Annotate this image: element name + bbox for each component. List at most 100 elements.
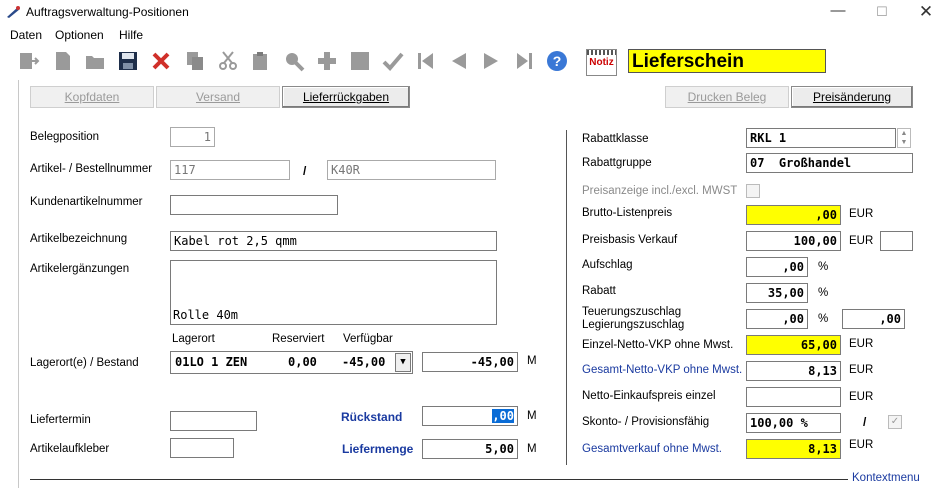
add-icon[interactable] [316,50,338,72]
gesamt-netto-field[interactable]: 8,13 [746,361,841,381]
teuerungszuschlag-field[interactable]: ,00 [746,309,808,329]
artikelergaenzungen-label: Artikelergänzungen [30,263,130,275]
rabattklasse-field[interactable]: RKL 1 [746,128,896,148]
einzel-netto-field[interactable]: 65,00 [746,335,841,355]
cut-icon[interactable] [217,50,239,72]
kundenartikelnummer-label: Kundenartikelnummer [30,196,143,208]
rueckstand-unit: M [527,410,537,422]
rabatt-label: Rabatt [582,285,616,297]
aufschlag-field[interactable]: ,00 [746,257,808,277]
previous-record-icon[interactable] [448,50,470,72]
grid-icon[interactable] [349,50,371,72]
last-record-icon[interactable] [513,50,535,72]
artikelergaenzungen-text: Rolle 40m [173,308,239,322]
teuerungszuschlag-unit: % [818,313,829,325]
save-icon[interactable] [117,50,139,72]
first-record-icon[interactable] [415,50,437,72]
minimize-icon[interactable]: — [828,2,848,19]
rabattklasse-spinner[interactable]: ▲ ▼ [897,128,911,148]
rabatt-field[interactable]: 35,00 [746,283,808,303]
gesamtverkauf-field[interactable]: 8,13 [746,439,841,459]
kopfdaten-button[interactable]: Kopfdaten [30,86,154,108]
skonto-field[interactable]: 100,00 % [746,413,841,433]
artikelnummer-field[interactable]: 117 [170,160,290,180]
search-icon[interactable] [283,50,305,72]
open-folder-icon[interactable] [84,50,106,72]
netto-einkaufspreis-field[interactable] [746,387,841,407]
col-reserviert: Reserviert [272,333,325,345]
preisaenderung-button[interactable]: Preisänderung [791,86,913,108]
exit-icon[interactable] [18,50,40,72]
check-icon[interactable] [382,50,404,72]
reserviert-value: 0,00 [288,355,317,369]
artikel-label: Artikel- / Bestellnummer [30,163,153,175]
menu-optionen[interactable]: Optionen [55,28,104,42]
col-verfuegbar: Verfügbar [343,333,393,345]
lieferrueckgaben-button[interactable]: Lieferrückgaben [282,86,410,108]
copy-icon[interactable] [184,50,206,72]
document-type-banner: Lieferschein [628,49,826,73]
aufschlag-label: Aufschlag [582,259,633,271]
rabattgruppe-field[interactable]: 07 Großhandel [746,153,913,173]
bestand-field[interactable]: -45,00 [422,352,518,372]
aufschlag-unit: % [818,261,829,273]
legierungszuschlag-field[interactable]: ,00 [842,309,905,329]
menu-hilfe[interactable]: Hilfe [119,28,143,42]
preisbasis-field[interactable]: 100,00 [746,231,841,251]
preisbasis-waehrung-field[interactable] [880,231,913,251]
column-divider [566,130,567,465]
paste-icon[interactable] [250,50,272,72]
artikelergaenzungen-textarea[interactable]: Rolle 40m [170,260,497,325]
rabattgruppe-label: Rabattgruppe [582,157,652,169]
rueckstand-selection: ,00 [492,409,514,423]
window-title: Auftragsverwaltung-Positionen [26,5,189,19]
kontextmenu-link[interactable]: Kontextmenu [852,472,920,484]
spin-up-icon[interactable]: ▲ [898,129,910,138]
drucken-beleg-button[interactable]: Drucken Beleg [665,86,789,108]
lagerort-dropdown[interactable]: 01LO 1 ZEN 0,00 -45,00 ▼ [170,351,413,374]
checkmark-icon: ✓ [890,416,900,427]
belegposition-field[interactable]: 1 [170,127,215,147]
netto-einkaufspreis-label: Netto-Einkaufspreis einzel [582,390,716,402]
rueckstand-field[interactable]: ,00 [422,406,518,426]
footer-divider [30,479,848,480]
provision-checkbox[interactable]: ✓ [888,415,902,429]
artikelbezeichnung-label: Artikelbezeichnung [30,233,128,245]
close-icon[interactable]: ✕ [916,2,936,22]
rueckstand-label: Rückstand [341,410,403,424]
notiz-button[interactable]: Notiz [586,49,617,76]
notiz-label: Notiz [589,57,614,68]
maximize-icon[interactable]: ☐ [872,4,892,20]
preisanzeige-checkbox[interactable] [746,184,760,198]
artikelbezeichnung-field[interactable]: Kabel rot 2,5 qmm [170,231,497,251]
liefertermin-field[interactable] [170,411,257,431]
help-icon[interactable]: ? [546,50,568,72]
liefermenge-field[interactable]: 5,00 [422,439,518,459]
legierungszuschlag-label: Legierungszuschlag [582,319,685,331]
einzel-netto-currency: EUR [849,338,874,350]
next-record-icon[interactable] [480,50,502,72]
spin-down-icon[interactable]: ▼ [898,138,910,147]
preisbasis-label: Preisbasis Verkauf [582,234,678,246]
kundenartikelnummer-field[interactable] [170,195,338,215]
artikelaufkleber-label: Artikelaufkleber [30,443,110,455]
skonto-separator: / [863,415,867,429]
delete-icon[interactable] [150,50,172,72]
brutto-field[interactable]: ,00 [746,205,841,225]
col-lagerort: Lagerort [172,333,215,345]
netto-einkaufspreis-currency: EUR [849,391,874,403]
bestellnummer-field[interactable]: K40R [327,160,496,180]
liefertermin-label: Liefertermin [30,414,91,426]
gesamtverkauf-label: Gesamtverkauf ohne Mwst. [582,443,722,455]
svg-text:?: ? [553,53,562,69]
artikelaufkleber-field[interactable] [170,438,234,458]
chevron-down-icon[interactable]: ▼ [395,353,411,372]
lagerort-value: 01LO 1 ZEN [175,355,248,369]
skonto-label: Skonto- / Provisionsfähig [582,416,710,428]
brutto-currency: EUR [849,208,874,220]
new-document-icon[interactable] [52,50,74,72]
versand-button[interactable]: Versand [156,86,280,108]
gesamt-netto-currency: EUR [849,364,874,376]
app-icon [6,5,22,19]
menu-daten[interactable]: Daten [10,28,42,42]
